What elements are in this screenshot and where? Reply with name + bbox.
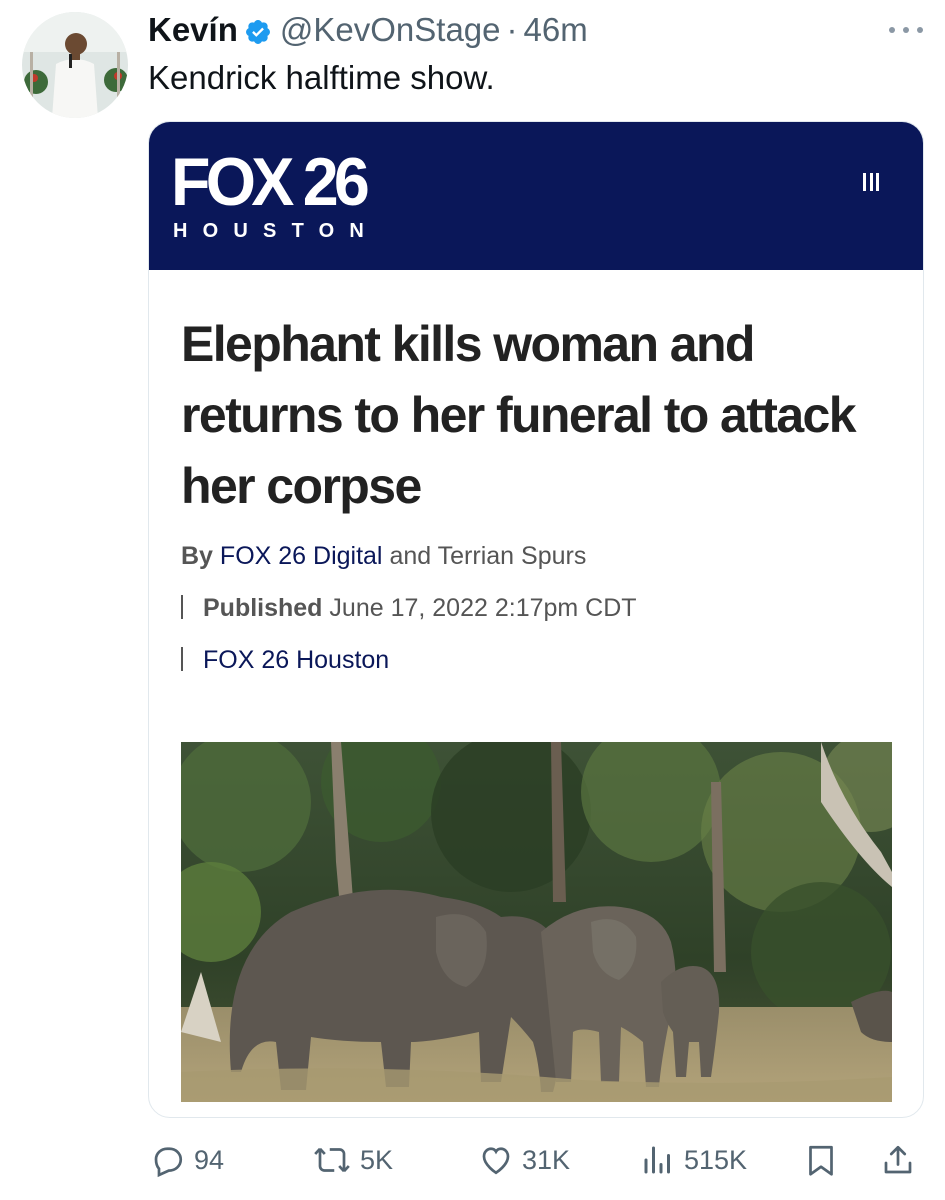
- retweet-count: 5K: [360, 1144, 394, 1175]
- share-button[interactable]: [880, 1140, 924, 1180]
- published-date: June 17, 2022 2:17pm CDT: [329, 594, 637, 622]
- source-link[interactable]: FOX 26 Houston: [203, 646, 389, 674]
- article-published: Published June 17, 2022 2:17pm CDT: [181, 594, 637, 623]
- fox26-logo-city: HOUSTON: [173, 220, 380, 242]
- share-icon: [880, 1142, 924, 1178]
- article-source: FOX 26 Houston: [181, 646, 389, 675]
- retweet-button[interactable]: 5K: [312, 1140, 393, 1180]
- tweet-timestamp[interactable]: 46m: [524, 11, 588, 49]
- byline-conjunction: and: [389, 542, 432, 570]
- tweet-action-bar: 94 5K 31K 515K: [0, 1132, 945, 1188]
- published-label: Published: [203, 594, 323, 622]
- elephants-photo: [181, 742, 892, 1102]
- views-count: 515K: [684, 1144, 748, 1175]
- bookmark-icon: [803, 1142, 847, 1178]
- more-horizontal-icon[interactable]: [889, 20, 923, 40]
- article-headline: Elephant kills woman and returns to her …: [181, 316, 857, 514]
- reply-count: 94: [194, 1144, 225, 1175]
- hamburger-menu-icon[interactable]: [863, 173, 879, 191]
- avatar-image: [22, 12, 128, 118]
- byline-author-2: Terrian Spurs: [437, 542, 587, 570]
- divider: [181, 647, 183, 671]
- article-byline: By FOX 26 Digital and Terrian Spurs: [181, 542, 586, 571]
- byline-author-link[interactable]: FOX 26 Digital: [220, 542, 383, 570]
- divider: [181, 595, 183, 619]
- tweet-header: Kevín @KevOnStage · 46m: [148, 8, 588, 52]
- author-handle[interactable]: @KevOnStage: [280, 11, 501, 49]
- author-avatar[interactable]: [22, 12, 128, 118]
- views-chart-icon: [640, 1142, 684, 1178]
- like-button[interactable]: 31K: [478, 1140, 570, 1180]
- fox26-logo: FOX 26: [171, 144, 370, 220]
- like-count: 31K: [522, 1144, 571, 1175]
- views-button[interactable]: 515K: [640, 1140, 747, 1180]
- article-photo[interactable]: [181, 742, 892, 1102]
- article-card[interactable]: FOX 26 HOUSTON Elephant kills woman and …: [148, 121, 924, 1118]
- retweet-icon: [312, 1142, 360, 1178]
- verified-badge-icon: [244, 16, 272, 44]
- reply-button[interactable]: 94: [150, 1140, 224, 1180]
- byline-by-label: By: [181, 542, 213, 570]
- bookmark-button[interactable]: [803, 1140, 847, 1180]
- author-display-name[interactable]: Kevín: [148, 11, 238, 49]
- tweet-text: Kendrick halftime show.: [148, 59, 495, 96]
- reply-icon: [150, 1142, 194, 1178]
- site-header: FOX 26 HOUSTON: [149, 122, 923, 270]
- heart-icon: [478, 1142, 522, 1178]
- separator-dot: ·: [506, 11, 518, 48]
